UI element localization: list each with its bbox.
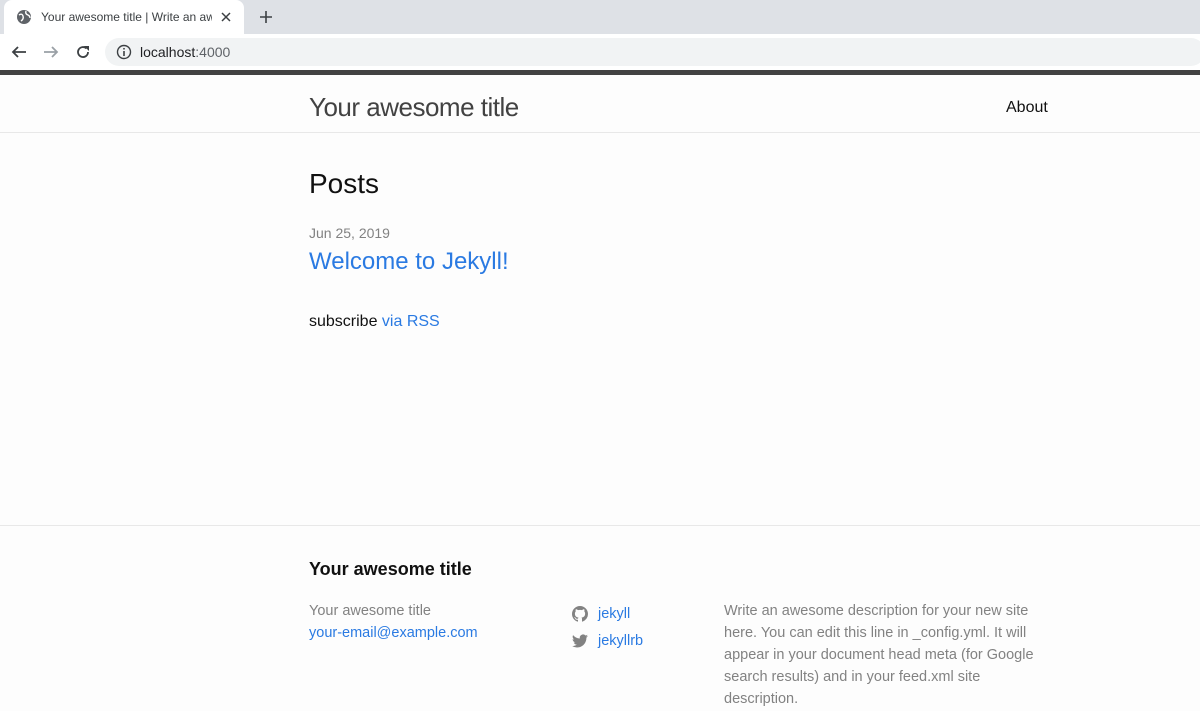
footer-site-name: Your awesome title — [309, 603, 431, 619]
site-description: Write an awesome description for your ne… — [724, 603, 1034, 707]
social-links: jekyll jekyllrb — [572, 600, 643, 654]
browser-tabstrip: Your awesome title | Write an awesome de… — [0, 0, 1200, 34]
new-tab-button[interactable] — [256, 7, 276, 27]
globe-icon — [17, 10, 31, 24]
twitter-link[interactable]: jekyllrb — [598, 633, 643, 649]
forward-button[interactable] — [41, 42, 61, 62]
browser-toolbar: localhost:4000 — [0, 34, 1200, 70]
site-title-link[interactable]: Your awesome title — [309, 92, 519, 123]
email-link[interactable]: your-email@example.com — [309, 622, 478, 644]
site-footer: Your awesome title Your awesome title yo… — [0, 525, 1200, 711]
site-header: Your awesome title About — [0, 70, 1200, 133]
close-icon[interactable] — [218, 9, 234, 25]
rss-via: via — [381, 313, 407, 330]
rss-link[interactable]: RSS — [407, 313, 440, 330]
social-item-twitter: jekyllrb — [572, 627, 643, 654]
nav-link-about[interactable]: About — [1006, 99, 1048, 117]
address-bar[interactable]: localhost:4000 — [105, 38, 1200, 66]
post-link[interactable]: Welcome to Jekyll! — [309, 248, 509, 276]
social-item-github: jekyll — [572, 600, 643, 627]
back-button[interactable] — [9, 42, 29, 62]
url-host: localhost — [140, 44, 196, 60]
arrow-right-icon — [44, 46, 59, 58]
page-heading: Posts — [309, 168, 380, 199]
footer-contact: Your awesome title your-email@example.co… — [309, 600, 478, 644]
arrow-left-icon — [11, 46, 26, 58]
url-text: localhost:4000 — [140, 44, 230, 60]
tab-title: Your awesome title | Write an awesome de… — [41, 10, 212, 24]
footer-heading: Your awesome title — [309, 559, 472, 579]
browser-tab[interactable]: Your awesome title | Write an awesome de… — [4, 0, 244, 34]
url-port: :4000 — [195, 44, 231, 60]
github-icon — [572, 605, 588, 622]
page: Your awesome title About Posts Jun 25, 2… — [0, 70, 1200, 711]
post-date: Jun 25, 2019 — [309, 225, 390, 241]
plus-icon — [260, 11, 272, 23]
github-link[interactable]: jekyll — [598, 606, 630, 622]
reload-button[interactable] — [73, 42, 93, 62]
info-icon[interactable] — [116, 44, 132, 60]
reload-icon — [77, 46, 89, 58]
twitter-icon — [572, 634, 588, 647]
rss-subscribe: subscribe via RSS — [309, 313, 440, 331]
rss-prefix: subscribe — [309, 313, 382, 330]
